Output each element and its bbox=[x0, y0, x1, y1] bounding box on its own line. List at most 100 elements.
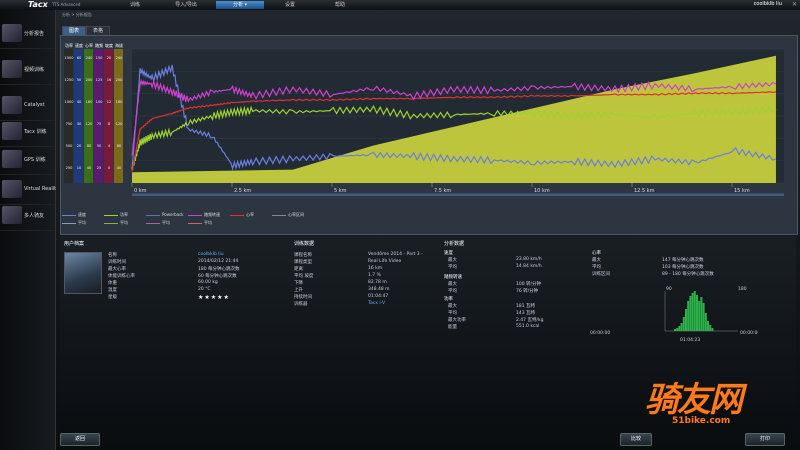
legend-item[interactable]: 踏频转速 bbox=[188, 212, 220, 218]
field-value: 1.7 % bbox=[368, 273, 381, 278]
field-value: 20 °C bbox=[198, 287, 211, 292]
legend-item[interactable]: Powerback bbox=[146, 212, 184, 217]
training-info-title: 训练数据 bbox=[294, 241, 315, 247]
y-axis-name: 速度 bbox=[75, 42, 83, 48]
legend-item[interactable]: 心率区间 bbox=[272, 212, 304, 218]
field-value: 60 每分钟心跳次数 bbox=[198, 274, 237, 279]
field-value[interactable]: Tacx i-V bbox=[368, 301, 385, 306]
field-value: 100 转/分钟 bbox=[516, 282, 542, 287]
field-value: 181 瓦特 bbox=[516, 304, 536, 309]
y-tick-label: 40 bbox=[117, 166, 122, 170]
sidebar-item-label: 视频训练 bbox=[24, 67, 45, 73]
legend-label: 速度 bbox=[78, 212, 86, 217]
y-axis-band bbox=[114, 49, 123, 183]
menu-analysis[interactable]: 分析 ▾ bbox=[216, 1, 264, 9]
field-value: 60.00 kg bbox=[198, 280, 218, 285]
menu-settings[interactable]: 设置 bbox=[270, 1, 310, 9]
hist-bar bbox=[693, 291, 696, 331]
sidebar-item-analysis-report[interactable]: 分析报告 bbox=[0, 20, 55, 49]
field-label: 温度 bbox=[108, 288, 117, 293]
legend-item[interactable]: 速度 bbox=[62, 212, 86, 218]
field-label: 训练时间 bbox=[108, 260, 126, 265]
legend-item[interactable]: 心率 bbox=[230, 212, 254, 218]
hist-bar bbox=[674, 329, 676, 331]
y-axis-name: 坡度 bbox=[105, 42, 113, 48]
sidebar-item-gps-training[interactable]: GPS 训练 bbox=[0, 146, 55, 175]
user-info-title: 用户档案 bbox=[64, 241, 85, 247]
sidebar-item-catalyst[interactable]: Catalyst bbox=[0, 92, 55, 121]
zoom-scrollbar[interactable] bbox=[132, 193, 784, 196]
field-value: 01:04:47 bbox=[368, 294, 389, 299]
legend-label: 心率区间 bbox=[288, 212, 304, 217]
field-label: 持续时间 bbox=[294, 295, 312, 300]
watermark-url: 51bike.com bbox=[672, 416, 731, 426]
y-axis-name: 心率 bbox=[85, 42, 93, 48]
legend-item[interactable]: 平均 bbox=[62, 220, 86, 226]
close-icon[interactable]: ✕ bbox=[792, 1, 797, 8]
legend-label: 心率 bbox=[246, 212, 254, 217]
catalyst-thumbnail-icon bbox=[2, 96, 22, 114]
user-name[interactable]: coolbklb liu bbox=[754, 1, 782, 7]
y-tick-label: 20 bbox=[107, 56, 112, 60]
analysis-section-head: 心率 bbox=[592, 251, 601, 256]
menu-help[interactable]: 帮助 bbox=[320, 1, 360, 9]
legend-item[interactable]: 平均 bbox=[188, 220, 212, 226]
sidebar-item-video-training[interactable]: 视频训练 bbox=[0, 56, 55, 85]
hist-bar bbox=[696, 295, 698, 331]
sidebar-item-label: 分析报告 bbox=[24, 31, 45, 37]
field-value: Real Life Video bbox=[368, 259, 402, 264]
avatar bbox=[64, 252, 102, 294]
legend-item[interactable]: 功率 bbox=[104, 212, 128, 218]
legend-label: 踏频转速 bbox=[204, 212, 220, 217]
legend-swatch bbox=[62, 214, 76, 216]
chart-legend: 速度 功率 Powerback 踏频转速 心率 心率区间平均 平均 平均 平均 bbox=[62, 212, 792, 230]
sidebar-item-tacx-training[interactable]: Tacx 训练 bbox=[0, 118, 55, 147]
y-tick-label: 20 bbox=[77, 144, 82, 148]
legend-item[interactable]: 平均 bbox=[104, 220, 128, 226]
field-value: 2014/02/12 21:44 bbox=[198, 259, 239, 264]
hist-bar bbox=[704, 313, 707, 331]
y-tick-label: 250 bbox=[66, 166, 74, 170]
app-logo-subtitle: TTS Advanced bbox=[52, 2, 81, 7]
analysis-section-head: 踏频转速 bbox=[444, 275, 462, 280]
back-button[interactable]: 返回 bbox=[60, 433, 100, 446]
field-label: 最大 bbox=[448, 304, 457, 309]
field-value: 89 - 180 每分钟心跳次数 bbox=[662, 272, 714, 277]
field-label: 最大 bbox=[448, 282, 457, 287]
hist-bar bbox=[707, 321, 709, 331]
y-tick-label: 200 bbox=[86, 78, 94, 82]
y-tick-label: 60 bbox=[77, 56, 82, 60]
field-value: Vendôme 2014 - Part 3 - bbox=[368, 252, 423, 257]
y-tick-label: 160 bbox=[116, 100, 124, 104]
y-tick-label: 30 bbox=[77, 122, 82, 126]
ride-chart[interactable]: 功率150012501000750500250速度605040302010心率2… bbox=[60, 35, 796, 211]
heart-rate-histogram: 90 180 00:00:00 01:04:23 00:00:00 bbox=[590, 286, 758, 341]
y-axis-name: 海拔 bbox=[115, 42, 123, 48]
print-button[interactable]: 打印 bbox=[745, 433, 785, 446]
sidebar-item-virtual-reality[interactable]: Virtual Reality bbox=[0, 176, 59, 205]
y-tick-label: 120 bbox=[116, 122, 124, 126]
sidebar-item-multiplayer[interactable]: 多人骑友 bbox=[0, 202, 55, 231]
menu-training[interactable]: 训练 bbox=[118, 1, 152, 9]
field-value[interactable]: coolbklb liu bbox=[198, 252, 224, 257]
field-label: 平均 坡度 bbox=[294, 274, 314, 279]
field-label: 课程名称 bbox=[294, 253, 312, 258]
menu-import-export[interactable]: 导入/导出 bbox=[166, 1, 206, 9]
field-label: 体重 bbox=[108, 281, 117, 286]
legend-label: 功率 bbox=[120, 212, 128, 217]
legend-item[interactable]: 平均 bbox=[146, 220, 170, 226]
legend-swatch bbox=[104, 214, 118, 216]
field-label: 平均 bbox=[448, 289, 457, 294]
y-tick-label: 125 bbox=[96, 78, 103, 82]
y-tick-label: 240 bbox=[116, 56, 124, 60]
sidebar-item-label: GPS 训练 bbox=[24, 157, 46, 163]
compare-button[interactable]: 比较 bbox=[620, 433, 652, 446]
rating-stars[interactable]: ★★★★★ bbox=[198, 294, 230, 301]
y-tick-label: 240 bbox=[86, 56, 94, 60]
hist-bar bbox=[678, 326, 681, 331]
field-label: 训练器 bbox=[294, 302, 308, 307]
legend-label: Powerback bbox=[162, 212, 184, 217]
y-tick-label: 160 bbox=[86, 100, 94, 104]
field-value: 14.84 km/h bbox=[516, 264, 542, 269]
hist-bar bbox=[711, 328, 714, 331]
